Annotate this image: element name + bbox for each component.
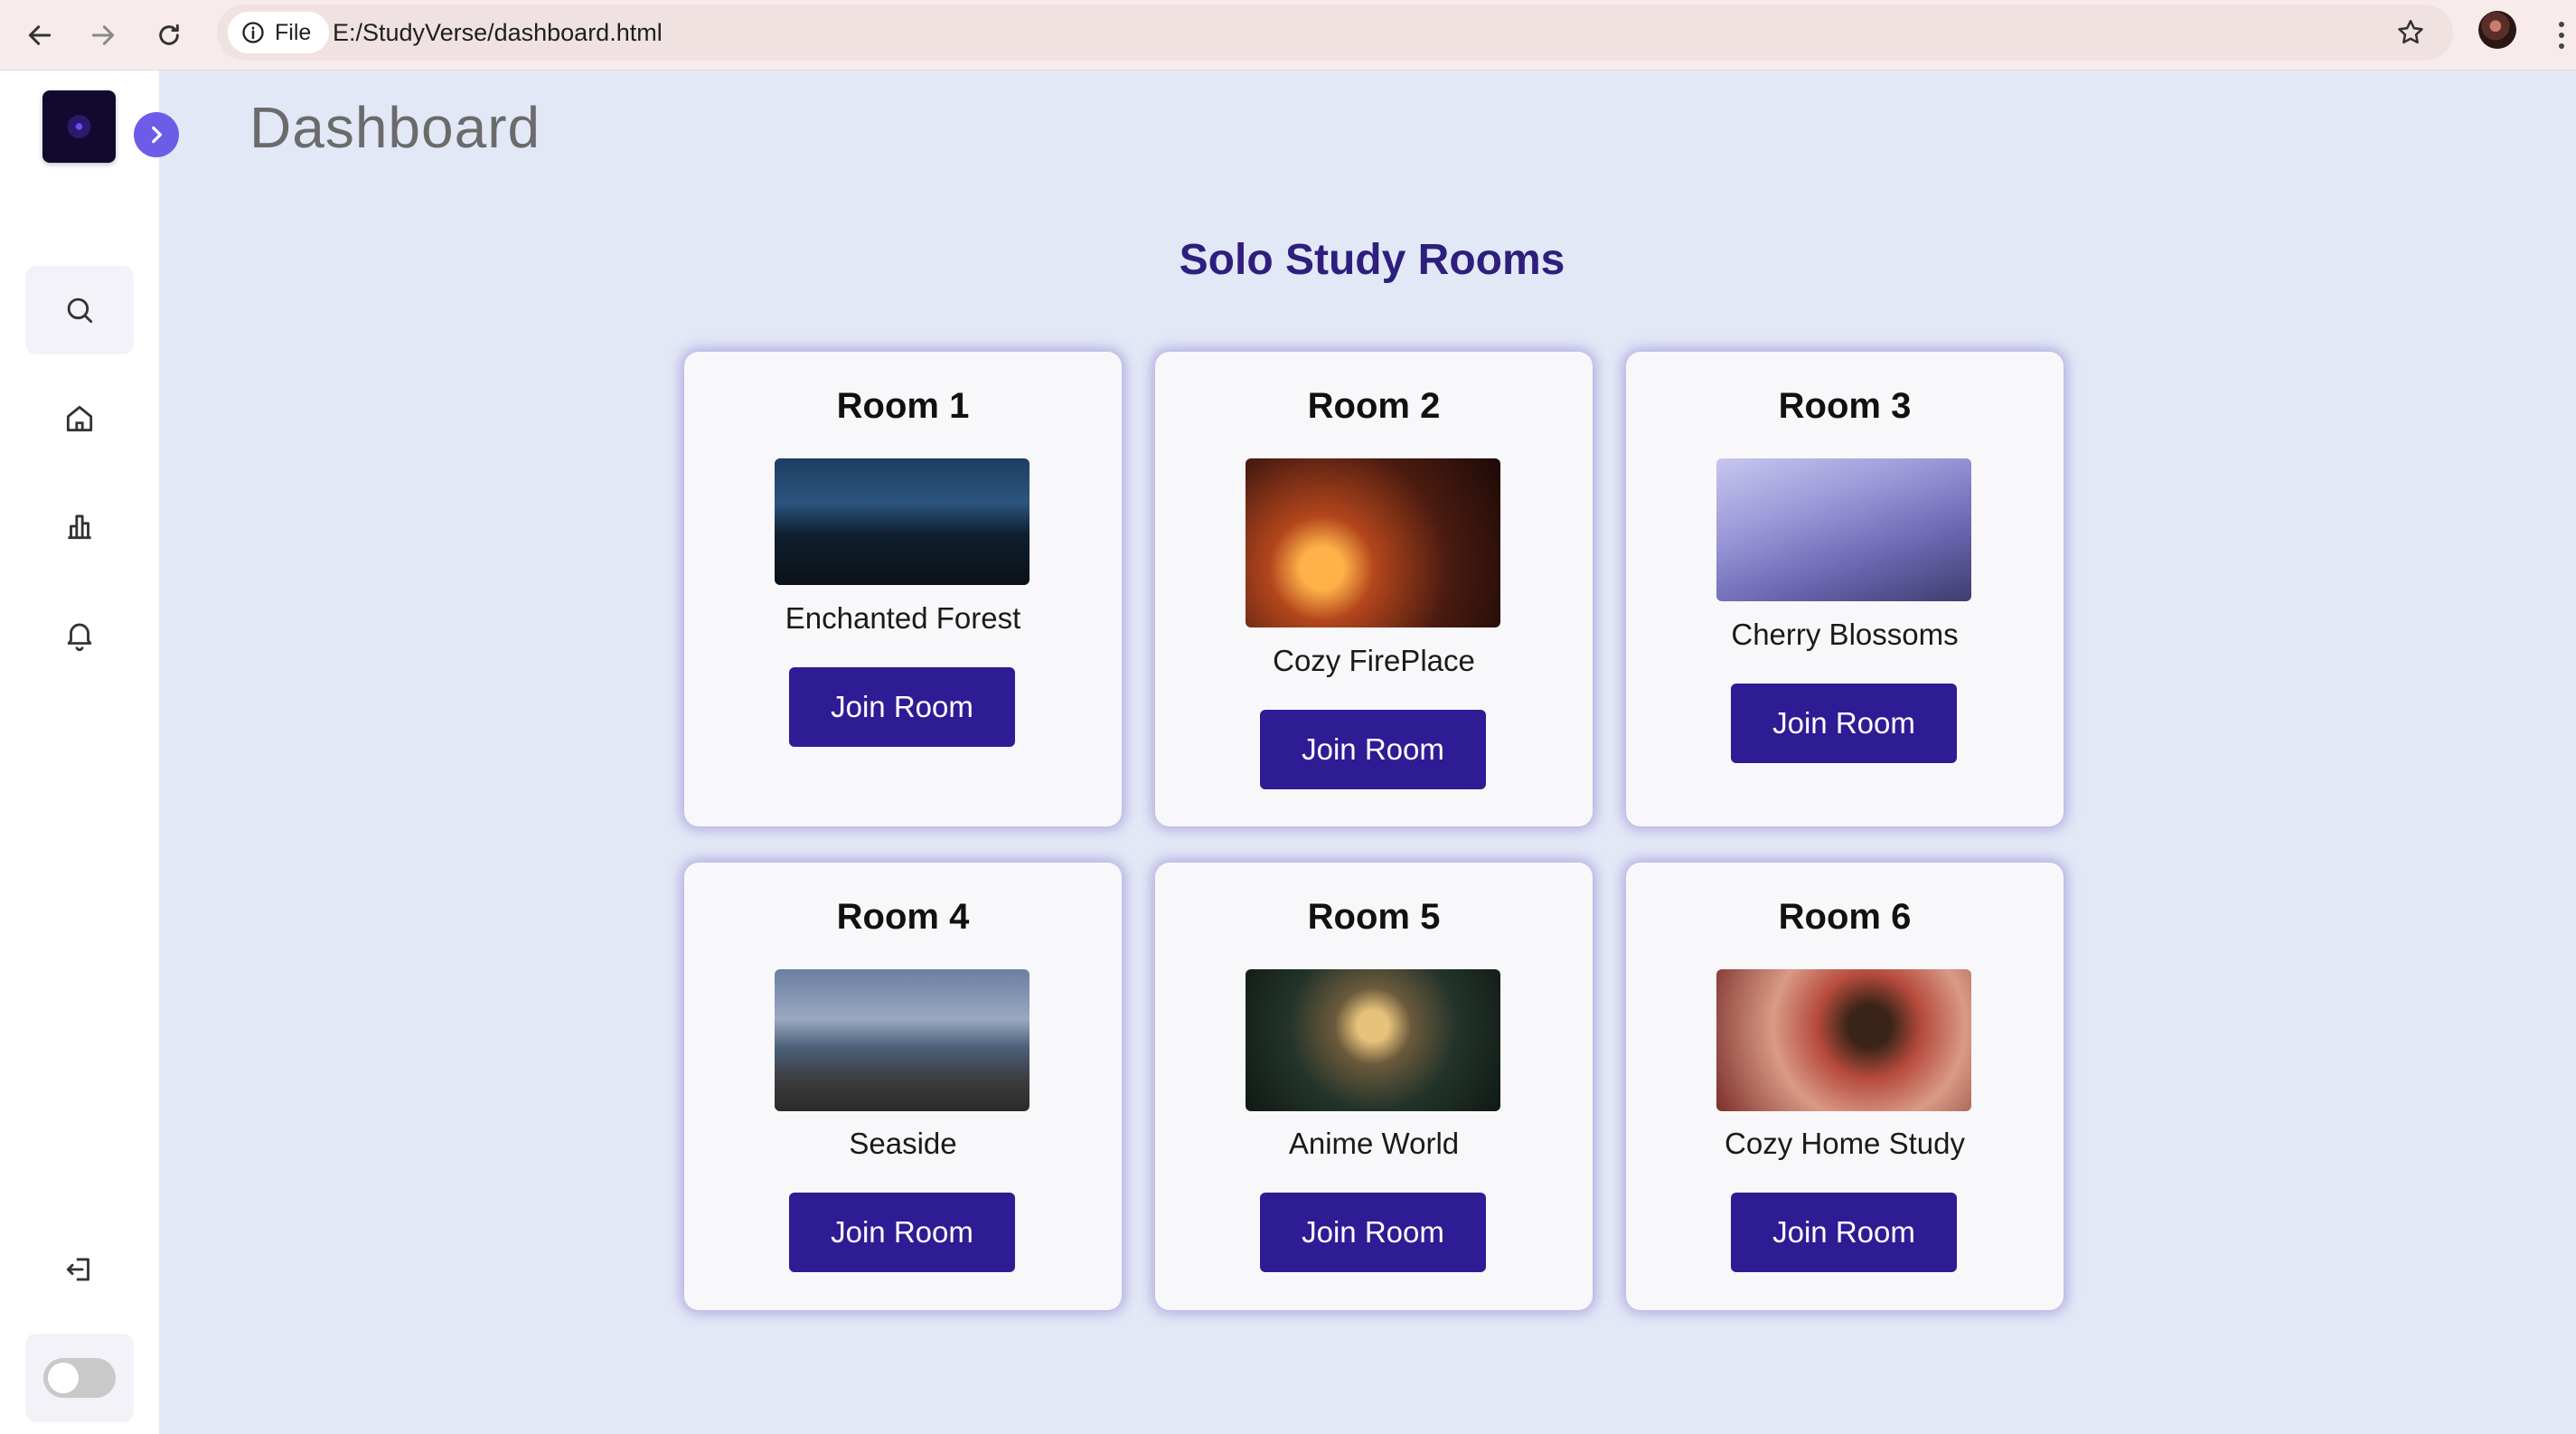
- room-name: Cherry Blossoms: [1731, 618, 1959, 651]
- room-name: Cozy FirePlace: [1273, 644, 1475, 677]
- star-icon: [2398, 19, 2423, 44]
- browser-toolbar: File E:/StudyVerse/dashboard.html: [0, 0, 2576, 71]
- reload-icon: [159, 24, 179, 45]
- app-logo[interactable]: [42, 90, 116, 163]
- room-title: Room 2: [1307, 386, 1441, 426]
- back-button[interactable]: [15, 11, 64, 60]
- arrow-right-icon: [91, 25, 115, 45]
- menu-dot: [2559, 22, 2564, 27]
- sidebar-item-stats[interactable]: [25, 482, 134, 571]
- profile-avatar[interactable]: [2478, 11, 2516, 49]
- reload-button[interactable]: [145, 11, 193, 60]
- room-name: Seaside: [849, 1127, 957, 1160]
- home-icon: [66, 405, 93, 432]
- join-room-button[interactable]: Join Room: [1731, 684, 1957, 763]
- menu-dot: [2559, 33, 2564, 38]
- room-card: Room 6 Cozy Home Study Join Room: [1626, 863, 2064, 1310]
- bell-icon: [67, 623, 92, 651]
- address-bar[interactable]: File E:/StudyVerse/dashboard.html: [217, 5, 2453, 61]
- site-info-chip[interactable]: File: [228, 12, 330, 53]
- join-room-button[interactable]: Join Room: [1260, 710, 1486, 789]
- join-room-button[interactable]: Join Room: [789, 1193, 1015, 1272]
- sidebar-item-notifications[interactable]: [25, 590, 134, 679]
- theme-toggle[interactable]: [43, 1358, 116, 1398]
- forward-button[interactable]: [79, 11, 127, 60]
- info-icon: [242, 22, 264, 43]
- bookmark-button[interactable]: [2392, 14, 2430, 52]
- room-card: Room 2 Cozy FirePlace Join Room: [1155, 352, 1593, 826]
- room-image-seaside: [775, 969, 1029, 1111]
- room-image-cozy-home-study: [1716, 969, 1971, 1111]
- room-image-cherry-blossoms: [1716, 458, 1971, 601]
- room-card: Room 1 Enchanted Forest Join Room: [684, 352, 1122, 826]
- section-title: Solo Study Rooms: [1179, 236, 1565, 284]
- search-icon: [67, 297, 93, 324]
- join-room-button[interactable]: Join Room: [1731, 1193, 1957, 1272]
- page-title: Dashboard: [249, 95, 541, 160]
- join-room-button[interactable]: Join Room: [789, 667, 1015, 747]
- chevron-right-icon: [152, 126, 162, 144]
- sidebar-item-logout[interactable]: [25, 1225, 134, 1314]
- join-room-button[interactable]: Join Room: [1260, 1193, 1486, 1272]
- browser-menu-button[interactable]: [2547, 11, 2576, 60]
- bar-chart-icon: [68, 514, 91, 540]
- room-image-cozy-fireplace: [1246, 458, 1500, 627]
- sidebar-item-home[interactable]: [25, 374, 134, 463]
- sidebar-expand-button[interactable]: [134, 112, 179, 157]
- room-name: Cozy Home Study: [1725, 1127, 1965, 1160]
- room-card: Room 5 Anime World Join Room: [1155, 863, 1593, 1310]
- menu-dot: [2559, 43, 2564, 49]
- file-label: File: [275, 19, 312, 45]
- logout-icon: [66, 1258, 89, 1281]
- room-image-enchanted-forest: [775, 458, 1029, 585]
- room-image-anime-world: [1246, 969, 1500, 1111]
- room-name: Enchanted Forest: [785, 601, 1021, 635]
- room-title: Room 3: [1778, 386, 1912, 426]
- room-title: Room 5: [1307, 897, 1441, 937]
- room-card: Room 4 Seaside Join Room: [684, 863, 1122, 1310]
- room-name: Anime World: [1288, 1127, 1460, 1160]
- url-text[interactable]: E:/StudyVerse/dashboard.html: [333, 5, 663, 61]
- arrow-left-icon: [28, 25, 52, 45]
- room-title: Room 1: [836, 386, 970, 426]
- room-title: Room 4: [836, 897, 970, 937]
- theme-toggle-container: [25, 1334, 134, 1422]
- room-card: Room 3 Cherry Blossoms Join Room: [1626, 352, 2064, 826]
- room-title: Room 6: [1778, 897, 1912, 937]
